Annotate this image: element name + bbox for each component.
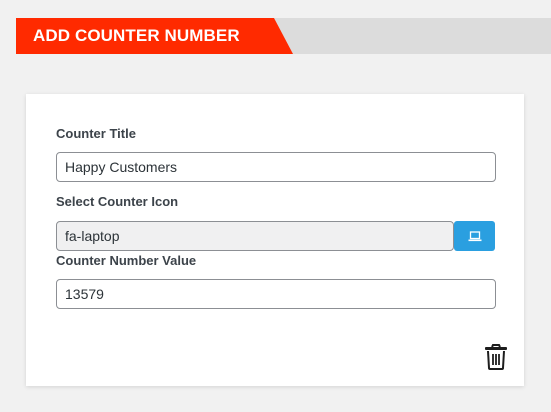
counter-icon-label: Select Counter Icon [56,194,179,209]
counter-card: Counter Title Happy Customers Select Cou… [26,94,524,386]
section-header-bar: ADD COUNTER NUMBER [16,18,551,54]
laptop-icon [468,230,481,241]
icon-picker-button[interactable] [454,221,495,251]
counter-value-label: Counter Number Value [56,253,197,268]
counter-title-label: Counter Title [56,126,136,141]
trash-icon[interactable] [484,344,508,370]
counter-title-input[interactable]: Happy Customers [56,152,496,182]
section-title: ADD COUNTER NUMBER [16,18,293,54]
counter-value-input[interactable]: 13579 [56,279,496,309]
counter-icon-input[interactable]: fa-laptop [56,221,454,251]
